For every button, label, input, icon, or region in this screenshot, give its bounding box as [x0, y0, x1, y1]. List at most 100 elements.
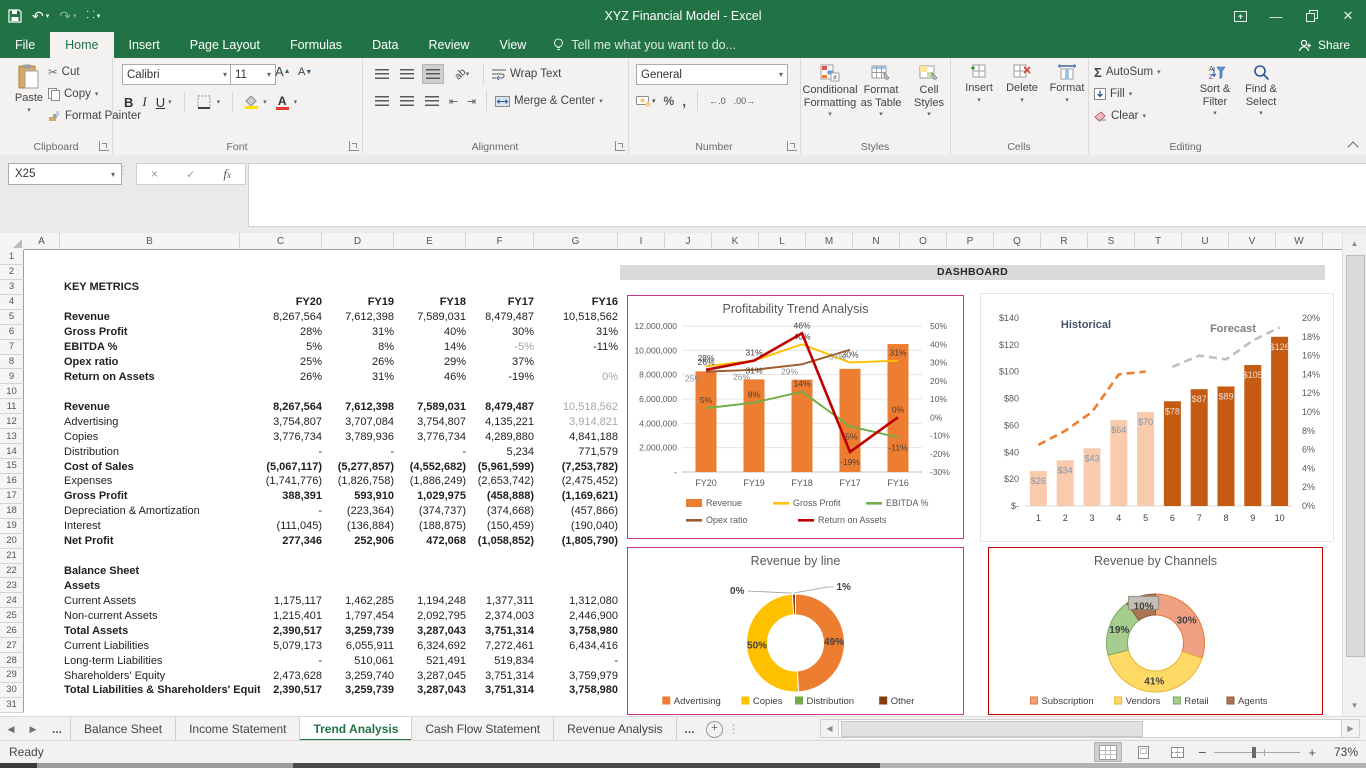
- merge-center-button[interactable]: Merge & Center▾: [495, 95, 603, 107]
- cell-G11[interactable]: 10,518,562: [534, 401, 618, 413]
- borders-icon[interactable]: [197, 95, 212, 109]
- row-header-6[interactable]: 6: [0, 325, 24, 340]
- cell-B23[interactable]: Assets: [64, 580, 260, 592]
- row-header-11[interactable]: 11: [0, 399, 24, 414]
- italic-button[interactable]: I: [142, 94, 146, 110]
- normal-view-icon[interactable]: [1094, 742, 1122, 762]
- sheet-canvas[interactable]: DASHBOARD Profitability Trend Analysis12…: [24, 250, 1343, 716]
- vertical-scroll-thumb[interactable]: [1346, 255, 1365, 657]
- sheet-tab-income-statement[interactable]: Income Statement: [176, 717, 300, 741]
- ribbon-tab-page-layout[interactable]: Page Layout: [175, 32, 275, 58]
- chart-profitability-trend[interactable]: Profitability Trend Analysis12,000,00010…: [627, 295, 964, 539]
- paste-button[interactable]: Paste▾: [4, 60, 54, 114]
- zoom-in-icon[interactable]: +: [1308, 745, 1316, 760]
- cell-B17[interactable]: Gross Profit: [64, 490, 260, 502]
- number-dialog-launcher-icon[interactable]: [787, 141, 797, 151]
- row-header-26[interactable]: 26: [0, 623, 24, 638]
- cell-B20[interactable]: Net Profit: [64, 535, 260, 547]
- top-align-icon[interactable]: [372, 65, 392, 83]
- cell-G30[interactable]: 3,758,980: [534, 684, 618, 696]
- cell-B14[interactable]: Distribution: [64, 446, 260, 458]
- scroll-right-icon[interactable]: ▶: [1341, 719, 1360, 738]
- cell-F13[interactable]: 4,289,880: [450, 431, 534, 443]
- zoom-slider[interactable]: [1214, 752, 1300, 753]
- column-header-L[interactable]: L: [759, 233, 806, 250]
- cell-B27[interactable]: Current Liabilities: [64, 640, 260, 652]
- row-header-7[interactable]: 7: [0, 340, 24, 355]
- column-header-B[interactable]: B: [60, 233, 240, 250]
- cell-B29[interactable]: Shareholders' Equity: [64, 670, 260, 682]
- row-header-27[interactable]: 27: [0, 638, 24, 653]
- clear-button[interactable]: Clear▾: [1094, 105, 1161, 127]
- cell-F28[interactable]: 519,834: [450, 655, 534, 667]
- decrease-indent-icon[interactable]: ⇤: [447, 95, 460, 108]
- cell-G20[interactable]: (1,805,790): [534, 535, 618, 547]
- row-header-10[interactable]: 10: [0, 384, 24, 399]
- enter-icon[interactable]: ✓: [186, 168, 195, 181]
- horizontal-scrollbar[interactable]: ◀ ▶: [820, 719, 1360, 737]
- ribbon-tab-review[interactable]: Review: [413, 32, 484, 58]
- column-header-K[interactable]: K: [712, 233, 759, 250]
- ribbon-tab-formulas[interactable]: Formulas: [275, 32, 357, 58]
- row-header-14[interactable]: 14: [0, 444, 24, 459]
- cell-B3[interactable]: KEY METRICS: [64, 281, 260, 293]
- column-header-A[interactable]: A: [24, 233, 60, 250]
- cell-F5[interactable]: 8,479,487: [450, 311, 534, 323]
- row-header-29[interactable]: 29: [0, 668, 24, 683]
- column-header-T[interactable]: T: [1135, 233, 1182, 250]
- zoom-out-icon[interactable]: −: [1198, 744, 1206, 760]
- column-header-partial[interactable]: [1323, 233, 1343, 250]
- increase-font-icon[interactable]: A▲: [275, 64, 291, 79]
- cell-G9[interactable]: 0%: [534, 371, 618, 383]
- sheet-nav-right-icon[interactable]: ▶: [22, 717, 44, 741]
- cell-B6[interactable]: Gross Profit: [64, 326, 260, 338]
- sheet-overflow-left[interactable]: ...: [44, 717, 70, 741]
- cell-G19[interactable]: (190,040): [534, 520, 618, 532]
- cell-G18[interactable]: (457,866): [534, 505, 618, 517]
- format-cells-button[interactable]: Format▾: [1040, 60, 1094, 104]
- cell-F18[interactable]: (374,668): [450, 505, 534, 517]
- cell-F30[interactable]: 3,751,314: [450, 684, 534, 696]
- comma-style-icon[interactable]: ,: [682, 93, 686, 109]
- column-header-Q[interactable]: Q: [994, 233, 1041, 250]
- cell-G12[interactable]: 3,914,821: [534, 416, 618, 428]
- row-header-16[interactable]: 16: [0, 474, 24, 489]
- sheet-tab-balance-sheet[interactable]: Balance Sheet: [70, 717, 176, 741]
- select-all-button[interactable]: [0, 233, 25, 251]
- ribbon-display-options-icon[interactable]: [1222, 0, 1258, 32]
- chart-revenue-by-channels[interactable]: Revenue by Channels30%41%19%10%Subscript…: [988, 547, 1323, 715]
- cell-F7[interactable]: -5%: [450, 341, 534, 353]
- chart-revenue-by-line[interactable]: Revenue by line49%50%0%1%AdvertisingCopi…: [627, 547, 964, 715]
- row-header-1[interactable]: 1: [0, 250, 24, 265]
- fill-color-icon[interactable]: [245, 96, 258, 109]
- sheet-tab-cash-flow-statement[interactable]: Cash Flow Statement: [412, 717, 554, 741]
- cell-B16[interactable]: Expenses: [64, 475, 260, 487]
- row-header-3[interactable]: 3: [0, 280, 24, 295]
- orientation-icon[interactable]: ab▾: [449, 65, 475, 83]
- formula-input[interactable]: [248, 163, 1366, 227]
- page-break-preview-icon[interactable]: [1164, 743, 1190, 761]
- cell-B7[interactable]: EBITDA %: [64, 341, 260, 353]
- row-header-2[interactable]: 2: [0, 265, 24, 280]
- row-header-28[interactable]: 28: [0, 653, 24, 668]
- align-center-icon[interactable]: [397, 92, 417, 110]
- fill-button[interactable]: Fill▾: [1094, 83, 1161, 105]
- find-select-button[interactable]: Find & Select▾: [1234, 60, 1288, 117]
- close-icon[interactable]: ✕: [1330, 0, 1366, 32]
- column-header-G[interactable]: G: [534, 233, 618, 250]
- row-header-18[interactable]: 18: [0, 504, 24, 519]
- ribbon-tab-insert[interactable]: Insert: [114, 32, 175, 58]
- ribbon-tab-home[interactable]: Home: [50, 32, 113, 58]
- row-header-22[interactable]: 22: [0, 564, 24, 579]
- column-header-O[interactable]: O: [900, 233, 947, 250]
- sheet-overflow-right[interactable]: ...: [677, 717, 703, 741]
- minimize-icon[interactable]: —: [1258, 0, 1294, 32]
- column-header-C[interactable]: C: [240, 233, 322, 250]
- collapse-ribbon-icon[interactable]: [1349, 140, 1358, 149]
- conditional-formatting-button[interactable]: ≠ Conditional Formatting▾: [800, 60, 860, 118]
- cell-B5[interactable]: Revenue: [64, 311, 260, 323]
- cell-F11[interactable]: 8,479,487: [450, 401, 534, 413]
- column-header-I[interactable]: I: [618, 233, 665, 250]
- cell-B8[interactable]: Opex ratio: [64, 356, 260, 368]
- bottom-align-icon[interactable]: [422, 64, 444, 84]
